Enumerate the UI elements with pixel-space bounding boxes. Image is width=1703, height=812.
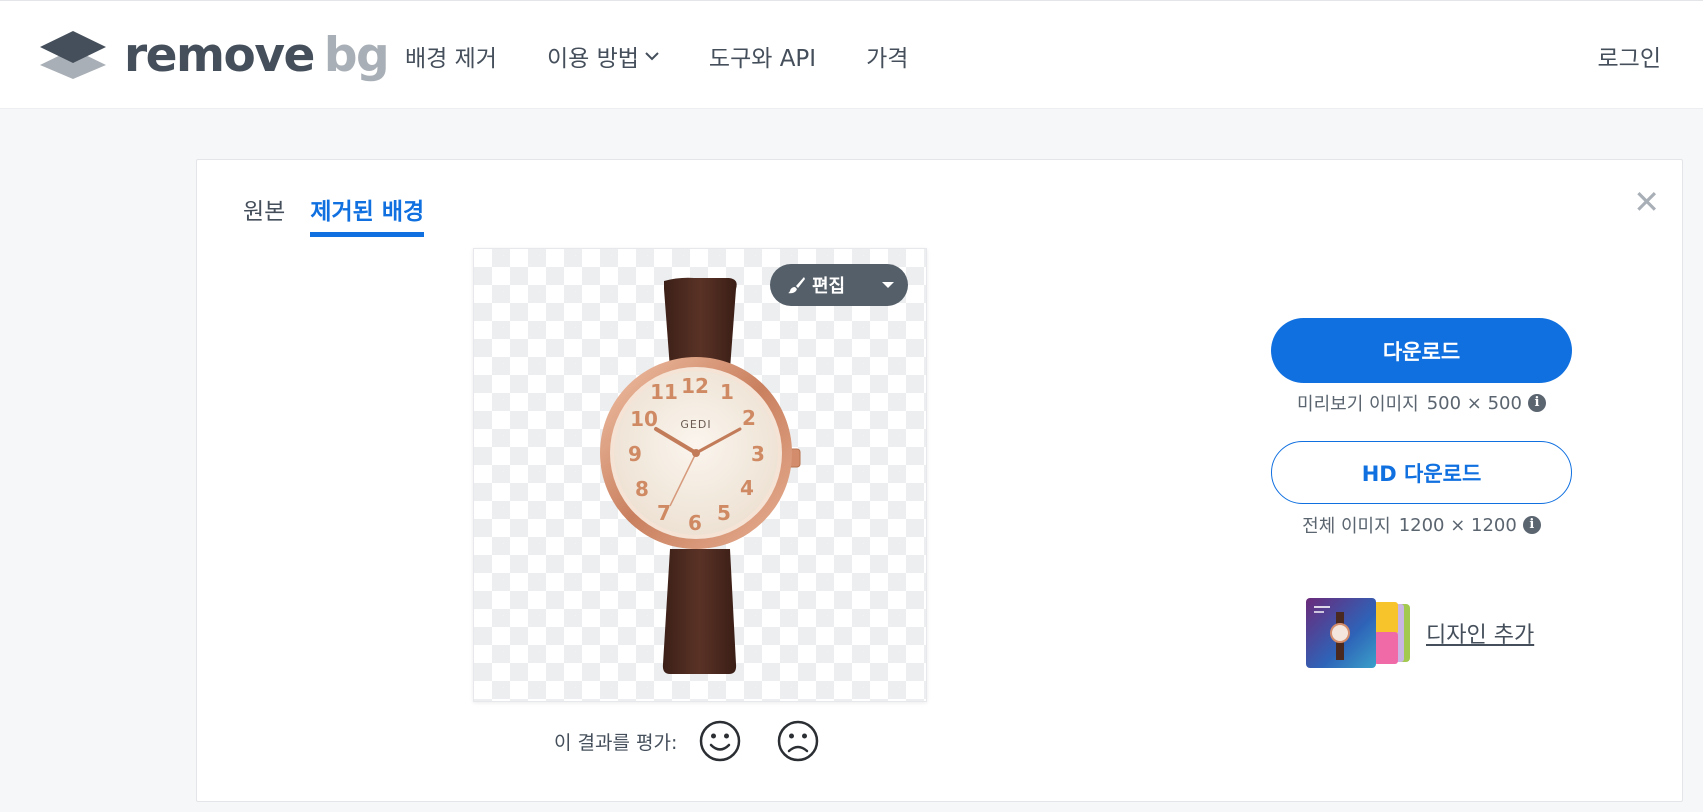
watch-number-9: 9	[628, 442, 642, 466]
add-design-link[interactable]: 디자인 추가	[1306, 598, 1534, 668]
top-navigation-bar: remove bg 배경 제거 이용 방법 도구와 API 가격 로그인	[0, 0, 1703, 109]
watch-number-3: 3	[751, 442, 765, 466]
logo-word-remove: remove	[124, 27, 315, 83]
logo-layers-icon	[40, 31, 106, 79]
nav-label: 이용 방법	[546, 45, 639, 72]
nav-pricing[interactable]: 가격	[866, 39, 908, 73]
hd-download-button[interactable]: HD 다운로드	[1271, 441, 1572, 504]
download-button[interactable]: 다운로드	[1271, 318, 1572, 383]
nav-label: 배경 제거	[405, 45, 497, 72]
add-design-label: 디자인 추가	[1426, 623, 1535, 648]
brush-icon	[788, 277, 805, 294]
main-nav: 배경 제거 이용 방법 도구와 API 가격	[405, 1, 958, 110]
chevron-down-icon	[645, 51, 659, 60]
watch-number-10: 10	[630, 407, 658, 431]
frown-face-icon[interactable]	[777, 720, 819, 762]
preview-info-label: 미리보기 이미지	[1297, 394, 1419, 415]
watch-number-8: 8	[635, 477, 649, 501]
result-tabs: 원본 제거된 배경	[243, 192, 449, 237]
caret-down-icon[interactable]	[882, 282, 894, 288]
nav-remove-background[interactable]: 배경 제거	[405, 39, 497, 73]
info-icon[interactable]: i	[1527, 394, 1546, 412]
full-info-size: 1200 × 1200	[1398, 514, 1517, 536]
tab-original[interactable]: 원본	[243, 192, 285, 237]
watch-number-6: 6	[688, 511, 702, 535]
preview-image-info: 미리보기 이미지 500 × 500 i	[1271, 390, 1572, 416]
result-image-preview: 12 1 2 3 4 5 6 7 8 9 10 11 GEDI 편집	[473, 248, 927, 702]
watch-number-2: 2	[742, 406, 756, 430]
logo-word-bg: bg	[323, 27, 390, 83]
watch-number-7: 7	[657, 501, 671, 525]
edit-button[interactable]: 편집	[770, 264, 908, 306]
rate-label: 이 결과를 평가:	[554, 731, 678, 754]
logo-wordmark: remove bg	[124, 32, 390, 79]
preview-info-size: 500 × 500	[1426, 392, 1522, 414]
nav-how-to-use[interactable]: 이용 방법	[547, 39, 659, 73]
removebg-logo[interactable]: remove bg	[40, 31, 390, 79]
watch-number-1: 1	[720, 380, 734, 404]
result-card: 원본 제거된 배경 ✕ 12 1 2 3 4 5 6 7 8 9 10 11 G…	[196, 159, 1683, 802]
watch-brand: GEDI	[680, 418, 711, 431]
nav-label: 가격	[866, 45, 909, 72]
watch-number-12: 12	[681, 374, 709, 398]
watch-image: 12 1 2 3 4 5 6 7 8 9 10 11 GEDI	[600, 277, 801, 674]
tab-removed-background[interactable]: 제거된 배경	[310, 192, 425, 237]
design-thumbnails-icon	[1306, 598, 1410, 668]
full-image-info: 전체 이미지 1200 × 1200 i	[1271, 512, 1572, 538]
close-icon[interactable]: ✕	[1633, 186, 1660, 218]
watch-number-11: 11	[650, 380, 678, 404]
nav-tools-api[interactable]: 도구와 API	[709, 39, 816, 73]
smiley-face-icon[interactable]	[699, 720, 741, 762]
rate-result: 이 결과를 평가:	[554, 720, 855, 762]
watch-number-4: 4	[740, 476, 754, 500]
full-info-label: 전체 이미지	[1302, 516, 1391, 537]
info-icon[interactable]: i	[1522, 516, 1541, 534]
edit-button-label: 편집	[812, 276, 846, 297]
nav-label: 도구와 API	[708, 45, 817, 72]
login-link[interactable]: 로그인	[1598, 39, 1661, 73]
watch-number-5: 5	[717, 501, 731, 525]
